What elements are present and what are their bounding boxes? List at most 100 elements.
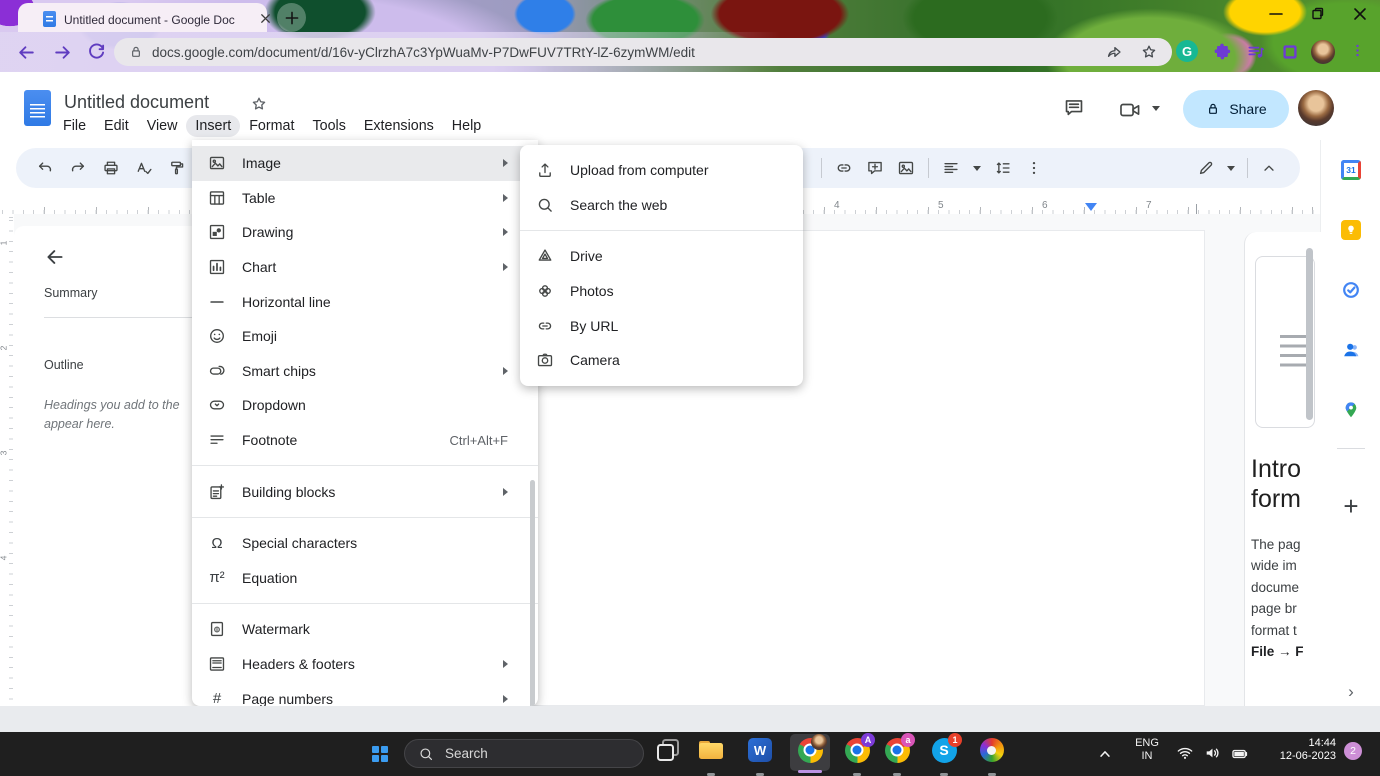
insert-link-icon[interactable] [835,159,853,177]
taskbar-app-word[interactable]: W [747,737,773,776]
menu-item-footnote[interactable]: Footnote Ctrl+Alt+F [192,423,538,458]
taskbar-app-task-view[interactable] [655,737,681,763]
menu-item-headers-footers[interactable]: Headers & footers [192,647,538,682]
video-call-caret-icon[interactable] [1152,106,1160,111]
editing-mode-caret-icon[interactable] [1227,165,1235,171]
reload-icon[interactable] [86,42,108,64]
taskbar-app-skype-1[interactable]: S1 [931,733,962,776]
align-icon[interactable] [942,159,960,177]
collapse-toolbar-icon[interactable] [1260,159,1278,177]
menu-extensions[interactable]: Extensions [355,115,443,137]
video-call-icon[interactable] [1119,99,1145,121]
clock[interactable]: 14:44 12-06-2023 [1266,737,1336,762]
language-indicator[interactable]: ENG IN [1130,737,1164,762]
menu-tools[interactable]: Tools [303,115,354,137]
back-icon[interactable] [16,42,38,64]
star-icon[interactable] [1140,43,1158,61]
account-avatar[interactable] [1298,90,1334,126]
browser-tab[interactable]: Untitled document - Google Doc [18,3,270,32]
menu-edit[interactable]: Edit [95,115,138,137]
share-icon[interactable] [1105,43,1123,61]
tasks-icon[interactable] [1341,280,1361,300]
menu-item-table[interactable]: Table [192,181,538,216]
menu-item-equation[interactable]: π² Equation [192,561,538,596]
menu-scrollbar[interactable] [530,480,535,706]
line-spacing-icon[interactable] [994,159,1012,177]
menu-item-image[interactable]: Image [192,146,538,181]
vertical-ruler[interactable]: 1 2 3 4 [0,214,14,706]
insert-image-icon[interactable] [897,159,915,177]
taskbar-search[interactable]: Search [404,739,644,768]
new-tab-button[interactable] [277,3,306,32]
menu-insert[interactable]: Insert [186,115,241,137]
menu-view[interactable]: View [138,115,187,137]
close-outline-icon[interactable] [44,246,66,268]
browser-menu-icon[interactable] [1349,42,1365,62]
redo-icon[interactable] [69,159,87,177]
wifi-icon[interactable] [1176,744,1194,762]
tray-chevron-icon[interactable] [1096,745,1114,763]
close-window-icon[interactable] [1350,4,1370,24]
paint-format-icon[interactable] [168,159,186,177]
maps-icon[interactable] [1341,400,1361,420]
menu-item-dropdown[interactable]: Dropdown [192,388,538,423]
more-vert-icon[interactable] [1025,159,1043,177]
menu-item-emoji[interactable]: Emoji [192,319,538,354]
menu-item-photos[interactable]: Photos [520,274,803,309]
menu-format[interactable]: Format [240,115,303,137]
taskbar-app-paint[interactable] [979,737,1005,776]
comment-history-icon[interactable] [1063,97,1085,119]
print-icon[interactable] [102,159,120,177]
restore-window-icon[interactable] [1308,4,1328,24]
undo-icon[interactable] [36,159,54,177]
menu-item-drawing[interactable]: Drawing [192,215,538,250]
forward-icon[interactable] [52,42,74,64]
editing-mode-icon[interactable] [1197,159,1215,177]
collapse-side-panel-icon[interactable]: › [1339,680,1363,704]
star-document-icon[interactable] [250,95,268,113]
taskbar-app-chrome[interactable] [797,734,827,763]
menu-item-building-blocks[interactable]: Building blocks [192,474,538,509]
align-caret-icon[interactable] [973,165,981,171]
extensions-puzzle-icon[interactable] [1212,42,1232,62]
browser-profile-avatar[interactable] [1311,40,1335,64]
menu-item-horizontal-line[interactable]: Horizontal line [192,284,538,319]
minimize-window-icon[interactable] [1266,4,1286,24]
menu-item-watermark[interactable]: Watermark [192,612,538,647]
taskbar-app-chrome-A[interactable]: A [844,733,875,776]
notification-badge[interactable]: 2 [1344,742,1362,760]
add-comment-icon[interactable] [866,159,884,177]
document-title[interactable]: Untitled document [64,92,209,113]
menu-item-upload-from-computer[interactable]: Upload from computer [520,153,803,188]
menu-item-chart[interactable]: Chart [192,250,538,285]
keep-icon[interactable] [1341,220,1361,240]
menu-item-drive[interactable]: Drive [520,239,803,274]
grammarly-extension-icon[interactable]: G [1176,40,1198,62]
menu-item-special-characters[interactable]: Ω Special characters [192,526,538,561]
volume-icon[interactable] [1204,744,1222,762]
menu-help[interactable]: Help [443,115,490,137]
contacts-icon[interactable] [1341,340,1361,360]
vertical-scrollbar[interactable] [1306,248,1313,420]
menu-item-by-url[interactable]: By URL [520,308,803,343]
add-addon-icon[interactable]: + [1335,490,1367,522]
tab-close-icon[interactable] [258,11,273,26]
battery-icon[interactable] [1231,745,1249,763]
menu-file[interactable]: File [54,115,95,137]
taskbar-app-chrome-a[interactable]: a [884,733,915,776]
indent-marker-icon[interactable] [1085,203,1097,211]
calendar-icon[interactable]: 31 [1341,160,1361,180]
spell-check-icon[interactable] [135,159,153,177]
menu-item-search-the-web[interactable]: Search the web [520,188,803,223]
url-text[interactable]: docs.google.com/document/d/16v-yClrzhA7c… [152,45,1097,60]
menu-item-page-numbers[interactable]: # Page numbers [192,681,538,706]
menu-item-camera[interactable]: Camera [520,343,803,378]
square-extension-icon[interactable] [1281,43,1301,63]
playlist-extension-icon[interactable] [1246,42,1266,62]
docs-logo-icon [24,90,51,126]
share-button[interactable]: Share [1183,90,1289,128]
taskbar-app-file-explorer[interactable] [698,737,724,776]
start-button[interactable] [366,740,394,768]
address-bar[interactable]: docs.google.com/document/d/16v-yClrzhA7c… [114,38,1172,66]
menu-item-smart-chips[interactable]: Smart chips [192,354,538,389]
